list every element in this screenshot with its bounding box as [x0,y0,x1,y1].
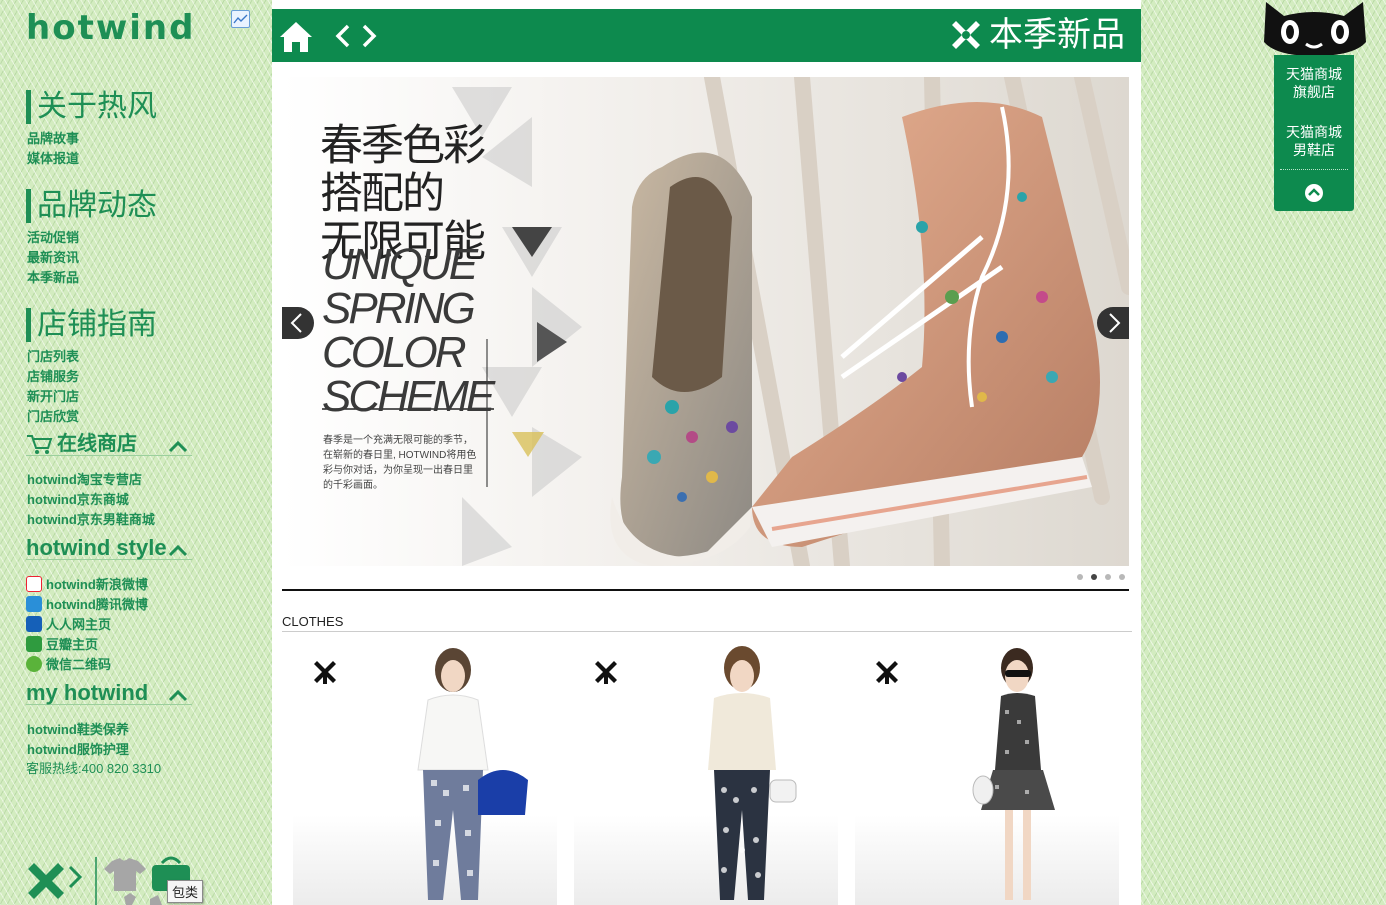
collapse-chevron-icon[interactable] [168,688,188,702]
nav-link-new-stores[interactable]: 新开门店 [27,388,79,406]
category-tooltip: 包类 [167,880,204,903]
collapse-chevron-icon[interactable] [168,439,188,453]
my-hotwind-header[interactable]: my hotwind [26,679,192,705]
category-icons [28,856,190,905]
online-store-title: 在线商店 [57,432,137,455]
nav-link-promotions[interactable]: 活动促销 [27,229,79,247]
top-bar: 本季新品 [272,9,1141,62]
clothes-divider [282,631,1132,632]
renren-icon [26,616,42,632]
home-icon[interactable] [279,20,313,54]
product-image [972,648,1055,900]
nav-link-latest-news[interactable]: 最新资讯 [27,249,79,267]
chart-icon[interactable] [231,10,250,28]
link-taobao-store[interactable]: hotwind淘宝专营店 [27,471,142,489]
slider-next-button[interactable] [1097,307,1129,339]
link-clothing-care[interactable]: hotwind服饰护理 [27,741,129,759]
season-title: 本季新品 [989,15,1125,55]
section-title-news[interactable]: 品牌动态 [26,189,157,223]
chevron-left-icon [290,313,302,333]
collapse-chevron-icon[interactable] [168,543,188,557]
link-wechat-qr[interactable]: 微信二维码 [26,656,111,674]
nav-link-store-gallery[interactable]: 门店欣赏 [27,408,79,426]
my-hotwind-title: my hotwind [26,680,149,706]
tmall-flagship-link[interactable]: 天猫商城 旗舰店 [1274,65,1354,101]
tshirt-icon[interactable] [104,858,146,891]
back-to-top-icon[interactable] [1304,183,1324,203]
style-header[interactable]: hotwind style [26,534,192,560]
product-image [417,648,528,900]
brand-logo[interactable]: hotwind [26,8,195,48]
slider-dot[interactable] [1119,574,1125,580]
link-tencent-weibo[interactable]: hotwind腾讯微博 [26,596,148,614]
cart-icon [27,434,53,454]
tmall-cat-icon[interactable] [1262,0,1367,56]
slider-dot-active[interactable] [1091,574,1097,580]
product-card[interactable] [855,640,1119,905]
product-card[interactable] [293,640,557,905]
tmall-mens-shoes-link[interactable]: 天猫商城 男鞋店 [1274,123,1354,159]
weibo-icon [26,576,42,592]
slider-dots [1077,574,1125,580]
online-store-header[interactable]: 在线商店 [26,430,192,456]
link-douban[interactable]: 豆瓣主页 [26,636,98,654]
section-title-about[interactable]: 关于热风 [26,90,157,124]
customer-hotline: 客服热线:400 820 3310 [26,761,162,776]
link-sina-weibo[interactable]: hotwind新浪微博 [26,576,148,594]
link-renren[interactable]: 人人网主页 [26,616,111,634]
slider-dot[interactable] [1105,574,1111,580]
tencent-weibo-icon [26,596,42,612]
prev-next-icon[interactable] [332,21,380,51]
link-jd-mens-shoes[interactable]: hotwind京东男鞋商城 [27,511,155,529]
slide-headline-en: UNIQUE SPRING COLOR SCHEME [322,240,495,421]
nav-link-media[interactable]: 媒体报道 [27,150,79,168]
windmill-logo-icon[interactable] [28,863,83,899]
nav-link-store-service[interactable]: 店铺服务 [27,368,79,386]
season-header[interactable]: 本季新品 [949,15,1125,55]
douban-icon [26,636,42,652]
nav-link-store-list[interactable]: 门店列表 [27,348,79,366]
nav-link-brand-story[interactable]: 品牌故事 [27,130,79,148]
tmall-divider [1280,169,1348,170]
windmill-icon [952,21,980,49]
slider-divider [282,589,1129,591]
wechat-icon [26,656,42,672]
slider-prev-button[interactable] [282,307,314,339]
product-image [708,646,797,900]
main-content: 本季新品 春季色彩 搭配的 无限可能 UNIQUE SPRING COLOR S… [272,0,1141,905]
product-card[interactable] [574,640,838,905]
chevron-right-icon [1109,313,1121,333]
slide-description: 春季是一个充满无限可能的季节， 在崭新的春日里, HOTWIND将用色 彩与你对… [323,435,477,491]
link-jd-store[interactable]: hotwind京东商城 [27,491,129,509]
style-title: hotwind style [26,535,167,561]
hero-slider[interactable]: 春季色彩 搭配的 无限可能 UNIQUE SPRING COLOR SCHEME… [282,77,1129,566]
sidebar: hotwind 关于热风 品牌故事 媒体报道 品牌动态 活动促销 最新资讯 本季… [0,0,272,905]
link-shoe-care[interactable]: hotwind鞋类保养 [27,721,129,739]
clothes-section-label: CLOTHES [282,614,344,629]
slider-dot[interactable] [1077,574,1083,580]
section-title-store-guide[interactable]: 店铺指南 [26,308,157,342]
tmall-panel: 天猫商城 旗舰店 天猫商城 男鞋店 [1274,55,1354,211]
nav-link-new-season[interactable]: 本季新品 [27,269,79,287]
